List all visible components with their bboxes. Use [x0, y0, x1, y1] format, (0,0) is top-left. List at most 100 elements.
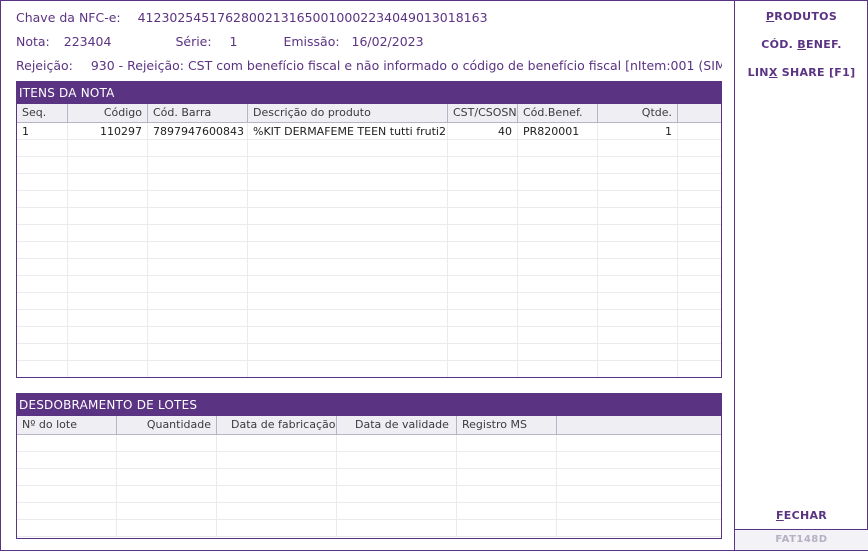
serie-label: Série:	[175, 34, 212, 49]
produtos-button[interactable]: PRODUTOS	[735, 10, 868, 23]
col-fabricacao[interactable]: Data de fabricação	[217, 416, 337, 434]
empty-cell	[598, 157, 678, 173]
empty-cell	[148, 310, 248, 326]
col-qtde[interactable]: Qtde.	[598, 104, 678, 122]
table-row[interactable]: 1 110297 7897947600843 %KIT DERMAFEME TE…	[17, 123, 721, 140]
itens-grid-header: Seq. Código Cód. Barra Descrição do prod…	[17, 104, 721, 123]
cell-cod-barra: 7897947600843	[148, 123, 248, 139]
col-cod-benef[interactable]: Cód.Benef.	[518, 104, 598, 122]
empty-cell	[17, 435, 117, 451]
empty-cell	[17, 140, 68, 156]
empty-cell	[17, 452, 117, 468]
empty-cell	[518, 242, 598, 258]
empty-row	[17, 327, 721, 344]
empty-cell	[248, 361, 448, 377]
empty-cell	[598, 208, 678, 224]
empty-cell	[678, 327, 721, 343]
empty-cell	[337, 452, 457, 468]
empty-cell	[68, 327, 148, 343]
empty-cell	[557, 435, 721, 451]
empty-cell	[598, 140, 678, 156]
empty-row	[17, 259, 721, 276]
empty-cell	[248, 225, 448, 241]
chave-line: Chave da NFC-e: 412302545176280021316500…	[16, 10, 488, 25]
empty-cell	[117, 503, 217, 519]
col-cst[interactable]: CST/CSOSN	[448, 104, 518, 122]
empty-cell	[248, 293, 448, 309]
empty-cell	[518, 140, 598, 156]
rejeicao-value: 930 - Rejeição: CST com benefício fiscal…	[90, 58, 722, 73]
itens-title: ITENS DA NOTA	[17, 82, 721, 104]
benef-label-pre: CÓD.	[761, 38, 798, 51]
produtos-label-post: RODUTOS	[774, 10, 838, 23]
empty-row	[17, 503, 721, 520]
empty-row	[17, 435, 721, 452]
empty-cell	[598, 344, 678, 360]
itens-grid[interactable]: Seq. Código Cód. Barra Descrição do prod…	[17, 104, 721, 377]
itens-empty-rows	[17, 140, 721, 377]
empty-cell	[678, 361, 721, 377]
cod-benef-button[interactable]: CÓD. BENEF.	[735, 38, 868, 51]
empty-cell	[448, 276, 518, 292]
empty-cell	[248, 344, 448, 360]
empty-row	[17, 191, 721, 208]
col-validade[interactable]: Data de validade	[337, 416, 457, 434]
empty-cell	[68, 191, 148, 207]
empty-cell	[17, 503, 117, 519]
empty-cell	[17, 344, 68, 360]
cell-seq: 1	[17, 123, 68, 139]
empty-cell	[518, 208, 598, 224]
empty-cell	[678, 293, 721, 309]
empty-cell	[17, 361, 68, 377]
empty-cell	[148, 242, 248, 258]
empty-cell	[68, 276, 148, 292]
col-cod-barra[interactable]: Cód. Barra	[148, 104, 248, 122]
empty-cell	[457, 452, 557, 468]
empty-cell	[148, 361, 248, 377]
empty-cell	[68, 310, 148, 326]
empty-cell	[68, 293, 148, 309]
lotes-grid[interactable]: Nº do lote Quantidade Data de fabricação…	[17, 416, 721, 537]
empty-cell	[248, 191, 448, 207]
empty-cell	[557, 486, 721, 502]
linx-share-button[interactable]: LINX SHARE [F1]	[735, 66, 868, 79]
benef-label-post: ENEF.	[805, 38, 842, 51]
empty-cell	[448, 293, 518, 309]
empty-cell	[148, 208, 248, 224]
lotes-empty-rows	[17, 435, 721, 537]
empty-cell	[337, 435, 457, 451]
empty-cell	[248, 259, 448, 275]
empty-cell	[678, 157, 721, 173]
empty-row	[17, 293, 721, 310]
empty-cell	[448, 174, 518, 190]
empty-cell	[248, 208, 448, 224]
empty-cell	[457, 435, 557, 451]
col-filler	[557, 416, 721, 434]
linx-label-post: SHARE [F1]	[777, 66, 856, 79]
empty-cell	[678, 225, 721, 241]
empty-cell	[448, 157, 518, 173]
col-descricao[interactable]: Descrição do produto	[248, 104, 448, 122]
col-lote[interactable]: Nº do lote	[17, 416, 117, 434]
col-quantidade[interactable]: Quantidade	[117, 416, 217, 434]
empty-cell	[598, 293, 678, 309]
col-seq[interactable]: Seq.	[17, 104, 68, 122]
emissao-label: Emissão:	[283, 34, 340, 49]
empty-cell	[17, 242, 68, 258]
empty-cell	[68, 242, 148, 258]
empty-cell	[68, 208, 148, 224]
col-codigo[interactable]: Código	[68, 104, 148, 122]
empty-row	[17, 140, 721, 157]
empty-cell	[217, 469, 337, 485]
col-registro-ms[interactable]: Registro MS	[457, 416, 557, 434]
empty-cell	[598, 259, 678, 275]
empty-cell	[148, 140, 248, 156]
empty-cell	[518, 191, 598, 207]
empty-cell	[217, 486, 337, 502]
fechar-button[interactable]: FECHAR	[735, 509, 868, 522]
empty-cell	[557, 469, 721, 485]
empty-cell	[598, 225, 678, 241]
rejeicao-line: Rejeição: 930 - Rejeição: CST com benefí…	[16, 58, 722, 73]
linx-label-pre: LIN	[747, 66, 769, 79]
empty-cell	[117, 486, 217, 502]
